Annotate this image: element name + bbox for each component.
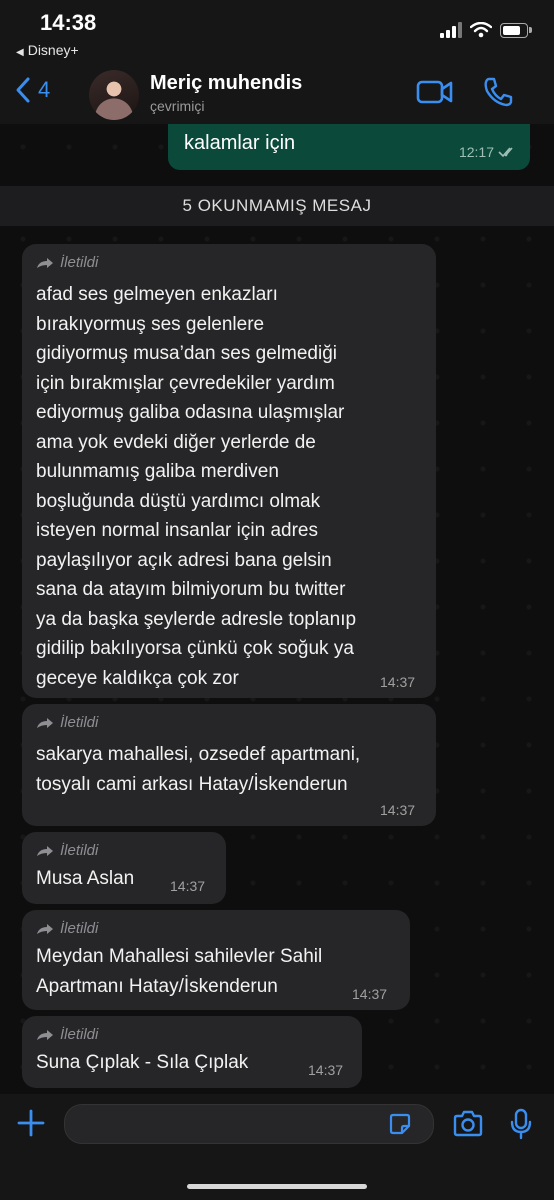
forward-arrow-icon bbox=[37, 257, 53, 268]
chat-area[interactable]: kalamlar için 12:17 5 OKUNMAMIŞ MESAJ İl… bbox=[0, 124, 554, 1094]
message-time: 14:37 bbox=[308, 1062, 344, 1078]
plus-icon[interactable] bbox=[16, 1108, 46, 1138]
forwarded-label: İletildi bbox=[36, 842, 98, 859]
incoming-message[interactable]: İletildi afad ses gelmeyen enkazları bır… bbox=[22, 244, 436, 698]
signal-icon bbox=[440, 22, 462, 38]
message-text: kalamlar için bbox=[184, 132, 296, 154]
contact-avatar[interactable] bbox=[89, 70, 139, 120]
incoming-message[interactable]: İletildi Suna Çıplak - Sıla Çıplak 14:37 bbox=[22, 1016, 362, 1088]
message-input[interactable] bbox=[64, 1104, 434, 1144]
message-time: 14:37 bbox=[380, 802, 416, 818]
voice-call-icon[interactable] bbox=[482, 76, 514, 108]
unread-banner: 5 OKUNMAMIŞ MESAJ bbox=[0, 186, 554, 226]
forward-arrow-icon bbox=[37, 923, 53, 934]
forward-arrow-icon bbox=[37, 1029, 53, 1040]
contact-status: çevrimiçi bbox=[150, 98, 205, 114]
forwarded-label: İletildi bbox=[36, 1026, 98, 1043]
message-text: Meydan Mahallesi sahilevler Sahil Apartm… bbox=[36, 946, 323, 997]
unread-chats-count: 4 bbox=[38, 77, 51, 102]
back-triangle-icon: ◀ bbox=[16, 47, 24, 58]
message-text: sakarya mahallesi, ozsedef apartmani, to… bbox=[36, 744, 361, 795]
message-time: 14:37 bbox=[170, 878, 206, 894]
double-check-icon bbox=[498, 147, 513, 158]
incoming-message[interactable]: İletildi sakarya mahallesi, ozsedef apar… bbox=[22, 704, 436, 826]
back-to-app-link[interactable]: ◀ Disney+ bbox=[16, 42, 79, 58]
incoming-message[interactable]: İletildi Meydan Mahallesi sahilevler Sah… bbox=[22, 910, 410, 1010]
camera-icon[interactable] bbox=[452, 1110, 484, 1138]
status-time: 14:38 bbox=[40, 10, 97, 35]
outgoing-message[interactable]: kalamlar için 12:17 bbox=[168, 124, 530, 170]
chat-header: 4 Meriç muhendis çevrimiçi bbox=[0, 62, 554, 124]
contact-name[interactable]: Meriç muhendis bbox=[150, 72, 302, 95]
chevron-left-icon bbox=[16, 77, 30, 103]
microphone-icon[interactable] bbox=[510, 1108, 532, 1140]
back-button[interactable]: 4 bbox=[14, 76, 50, 104]
sticker-icon[interactable] bbox=[388, 1112, 412, 1136]
message-time: 14:37 bbox=[352, 986, 388, 1002]
forward-arrow-icon bbox=[37, 845, 53, 856]
forward-arrow-icon bbox=[37, 717, 53, 728]
status-bar: 14:38 ◀ Disney+ bbox=[0, 0, 554, 62]
forwarded-label: İletildi bbox=[36, 714, 98, 731]
message-meta: 12:17 bbox=[459, 144, 518, 160]
back-app-label: Disney+ bbox=[27, 42, 79, 58]
battery-icon bbox=[500, 22, 532, 38]
message-text: Musa Aslan bbox=[36, 868, 135, 889]
message-time: 14:37 bbox=[380, 674, 416, 690]
forwarded-label: İletildi bbox=[36, 920, 98, 937]
home-indicator[interactable] bbox=[187, 1184, 367, 1189]
message-text: afad ses gelmeyen enkazları bırakıyormuş… bbox=[36, 284, 357, 689]
message-text: Suna Çıplak - Sıla Çıplak bbox=[36, 1052, 249, 1073]
message-time: 12:17 bbox=[458, 144, 494, 160]
forwarded-label: İletildi bbox=[36, 254, 98, 271]
video-call-icon[interactable] bbox=[416, 76, 454, 108]
wifi-icon bbox=[470, 22, 492, 38]
status-icons bbox=[440, 22, 532, 38]
incoming-message[interactable]: İletildi Musa Aslan 14:37 bbox=[22, 832, 226, 904]
